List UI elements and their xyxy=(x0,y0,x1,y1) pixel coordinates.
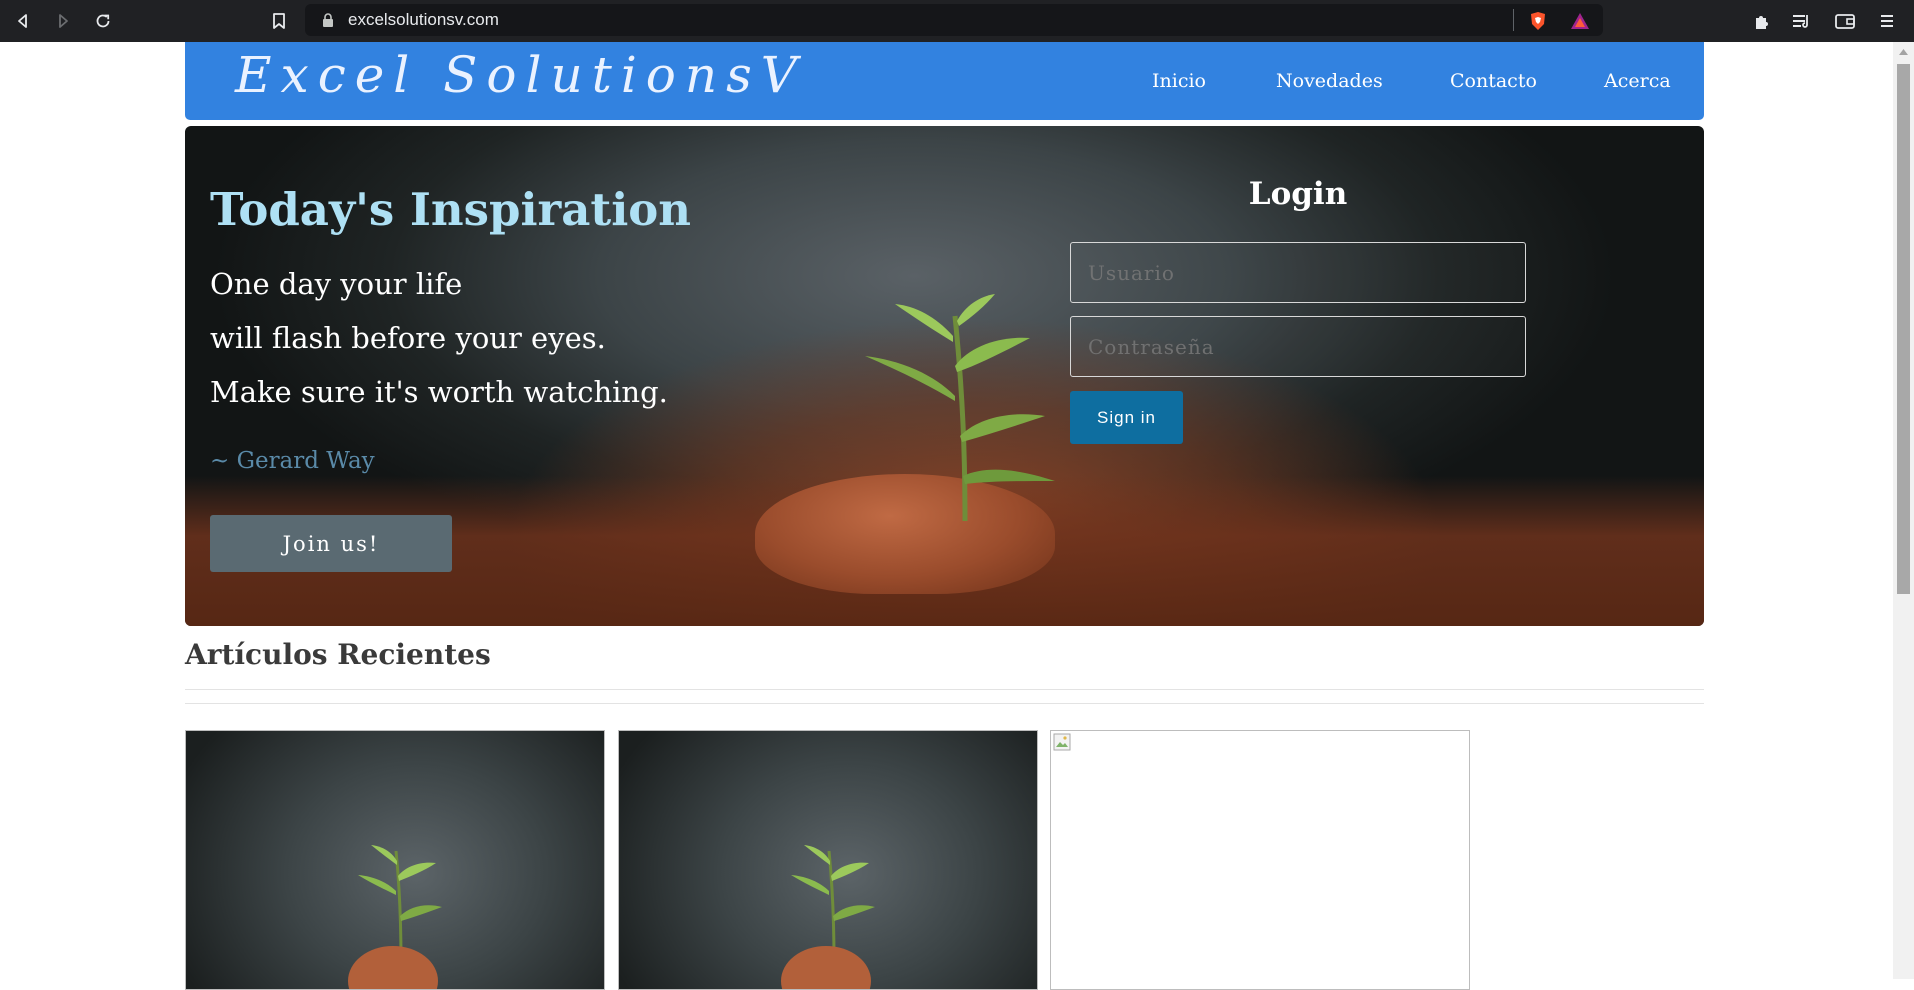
menu-icon[interactable] xyxy=(1875,9,1899,33)
username-input[interactable] xyxy=(1070,242,1526,303)
login-title: Login xyxy=(1248,176,1348,212)
extensions-icon[interactable] xyxy=(1750,9,1774,33)
password-input[interactable] xyxy=(1070,316,1526,377)
wallet-icon[interactable] xyxy=(1833,9,1857,33)
scrollbar-thumb[interactable] xyxy=(1897,64,1910,594)
section-title-recent-articles: Artículos Recientes xyxy=(185,638,491,671)
divider-bottom xyxy=(185,703,1704,704)
url-text[interactable]: excelsolutionsv.com xyxy=(348,10,499,30)
playlist-icon[interactable] xyxy=(1790,9,1814,33)
join-us-button[interactable]: Join us! xyxy=(210,515,452,572)
article-card-3[interactable] xyxy=(1050,730,1470,990)
sign-in-button[interactable]: Sign in xyxy=(1070,391,1183,444)
article-card-1[interactable] xyxy=(185,730,605,990)
toolbar-divider xyxy=(1513,9,1514,31)
hero-title: Today's Inspiration xyxy=(210,183,692,236)
hero-banner: Today's Inspiration One day your life wi… xyxy=(185,126,1704,626)
article-card-2[interactable] xyxy=(618,730,1038,990)
nav-link-inicio[interactable]: Inicio xyxy=(1152,70,1206,92)
reload-icon[interactable] xyxy=(90,8,116,34)
bookmark-icon[interactable] xyxy=(266,8,292,34)
nav-link-acerca[interactable]: Acerca xyxy=(1604,70,1671,92)
forward-icon[interactable] xyxy=(50,8,76,34)
plant-thumbnail-icon xyxy=(358,845,442,961)
plant-thumbnail-icon xyxy=(791,845,875,961)
site-navbar: Excel SolutionsV Inicio Novedades Contac… xyxy=(185,42,1704,120)
back-icon[interactable] xyxy=(10,8,36,34)
scroll-up-arrow-icon[interactable] xyxy=(1898,48,1909,56)
quote-author: ~ Gerard Way xyxy=(210,448,375,474)
quote-line-3: Make sure it's worth watching. xyxy=(210,375,668,409)
brave-shield-icon[interactable] xyxy=(1526,9,1550,33)
divider-top xyxy=(185,689,1704,690)
lock-icon xyxy=(322,13,334,32)
broken-image-icon xyxy=(1053,733,1071,751)
page-scrollbar[interactable] xyxy=(1893,42,1914,979)
quote-line-2: will flash before your eyes. xyxy=(210,321,606,355)
browser-toolbar: excelsolutionsv.com xyxy=(0,0,1914,42)
nav-link-novedades[interactable]: Novedades xyxy=(1276,70,1383,92)
plant-illustration xyxy=(865,294,1055,522)
brave-rewards-icon[interactable] xyxy=(1568,9,1592,33)
nav-link-contacto[interactable]: Contacto xyxy=(1450,70,1537,92)
quote-line-1: One day your life xyxy=(210,267,463,301)
site-logo[interactable]: Excel SolutionsV xyxy=(235,46,806,104)
address-bar[interactable] xyxy=(305,4,1603,36)
